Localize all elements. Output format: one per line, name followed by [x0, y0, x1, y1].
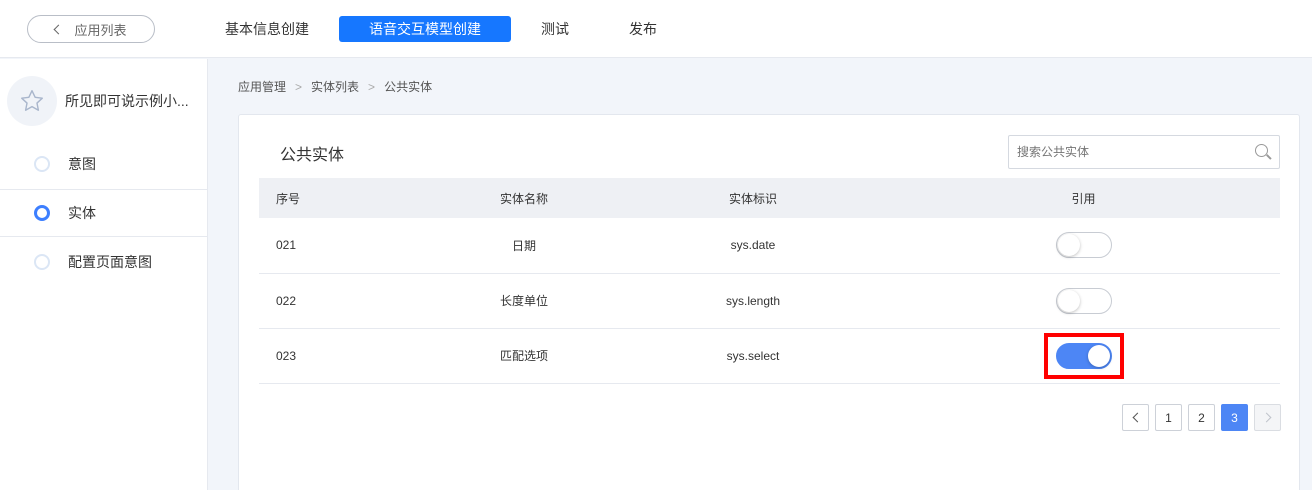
table-header-row: 序号 实体名称 实体标识 引用 — [259, 178, 1280, 218]
chevron-left-icon — [54, 24, 64, 34]
sidebar-item-page-intent[interactable]: 配置页面意图 — [0, 238, 207, 286]
row-number: 022 — [259, 273, 429, 329]
row-reference-cell — [887, 328, 1280, 384]
nav-dot-icon — [34, 156, 50, 172]
table-row: 021 日期 sys.date — [259, 218, 1280, 274]
chevron-left-icon — [1132, 412, 1142, 423]
column-header-identifier: 实体标识 — [619, 178, 887, 218]
toggle-knob — [1057, 289, 1080, 312]
chevron-right-icon — [1261, 412, 1271, 423]
row-reference-cell — [887, 273, 1280, 329]
back-button-label: 应用列表 — [74, 22, 127, 38]
reference-toggle[interactable] — [1055, 342, 1112, 369]
page-title: 公共实体 — [280, 147, 345, 164]
page-button-3[interactable]: 3 — [1221, 404, 1248, 431]
entity-table: 序号 实体名称 实体标识 引用 021 日期 sys.date 022 长度单位… — [259, 178, 1280, 384]
breadcrumb-public-entity: 公共实体 — [384, 80, 433, 94]
row-entity-name: 长度单位 — [429, 273, 619, 329]
sidebar-item-entity[interactable]: 实体 — [0, 189, 207, 237]
sidebar-item-intent[interactable]: 意图 — [0, 140, 207, 188]
app-name: 所见即可说示例小... — [65, 93, 189, 109]
page-button-1[interactable]: 1 — [1155, 404, 1182, 431]
nav-dot-icon — [34, 254, 50, 270]
highlight-box — [1043, 332, 1124, 379]
row-reference-cell — [887, 218, 1280, 274]
next-page-button[interactable] — [1254, 404, 1281, 431]
top-bar: 应用列表 基本信息创建 语音交互模型创建 测试 发布 — [0, 0, 1312, 58]
breadcrumb: 应用管理 > 实体列表 > 公共实体 — [238, 78, 432, 95]
row-entity-name: 匹配选项 — [429, 328, 619, 384]
column-header-number: 序号 — [259, 178, 429, 218]
toggle-knob — [1087, 344, 1110, 367]
reference-toggle[interactable] — [1055, 232, 1112, 259]
row-entity-name: 日期 — [429, 218, 619, 274]
column-header-name: 实体名称 — [429, 178, 619, 218]
row-number: 023 — [259, 328, 429, 384]
search-icon[interactable] — [1255, 144, 1268, 157]
breadcrumb-app-management[interactable]: 应用管理 — [238, 78, 286, 95]
tab-publish[interactable]: 发布 — [618, 16, 668, 42]
sidebar-item-label: 意图 — [68, 156, 96, 172]
page-button-2[interactable]: 2 — [1188, 404, 1215, 431]
breadcrumb-separator-icon: > — [368, 79, 376, 94]
star-icon — [21, 90, 43, 111]
breadcrumb-separator-icon: > — [295, 79, 303, 94]
pagination: 1 2 3 — [1122, 404, 1287, 431]
tab-test[interactable]: 测试 — [530, 16, 580, 42]
breadcrumb-entity-list[interactable]: 实体列表 — [311, 78, 359, 95]
table-row: 022 长度单位 sys.length — [259, 273, 1280, 329]
column-header-reference: 引用 — [887, 178, 1280, 218]
sidebar-item-label: 实体 — [68, 205, 96, 221]
sidebar: 所见即可说示例小... 意图 实体 配置页面意图 — [0, 59, 208, 490]
row-entity-id: sys.length — [619, 273, 887, 329]
entity-card: 公共实体 序号 实体名称 实体标识 引用 021 日期 sys.date 022 — [238, 114, 1300, 490]
toggle-knob — [1057, 234, 1080, 257]
nav-dot-icon — [34, 205, 50, 221]
reference-toggle[interactable] — [1055, 287, 1112, 314]
row-entity-id: sys.date — [619, 218, 887, 274]
prev-page-button[interactable] — [1122, 404, 1149, 431]
back-to-app-list-button[interactable]: 应用列表 — [27, 15, 155, 43]
table-row: 023 匹配选项 sys.select — [259, 328, 1280, 384]
search-input[interactable] — [1008, 135, 1280, 169]
row-number: 021 — [259, 218, 429, 274]
sidebar-item-label: 配置页面意图 — [68, 254, 152, 270]
app-avatar — [7, 76, 57, 126]
tab-voice-model[interactable]: 语音交互模型创建 — [339, 16, 511, 42]
row-entity-id: sys.select — [619, 328, 887, 384]
tab-basic-info[interactable]: 基本信息创建 — [212, 16, 322, 42]
